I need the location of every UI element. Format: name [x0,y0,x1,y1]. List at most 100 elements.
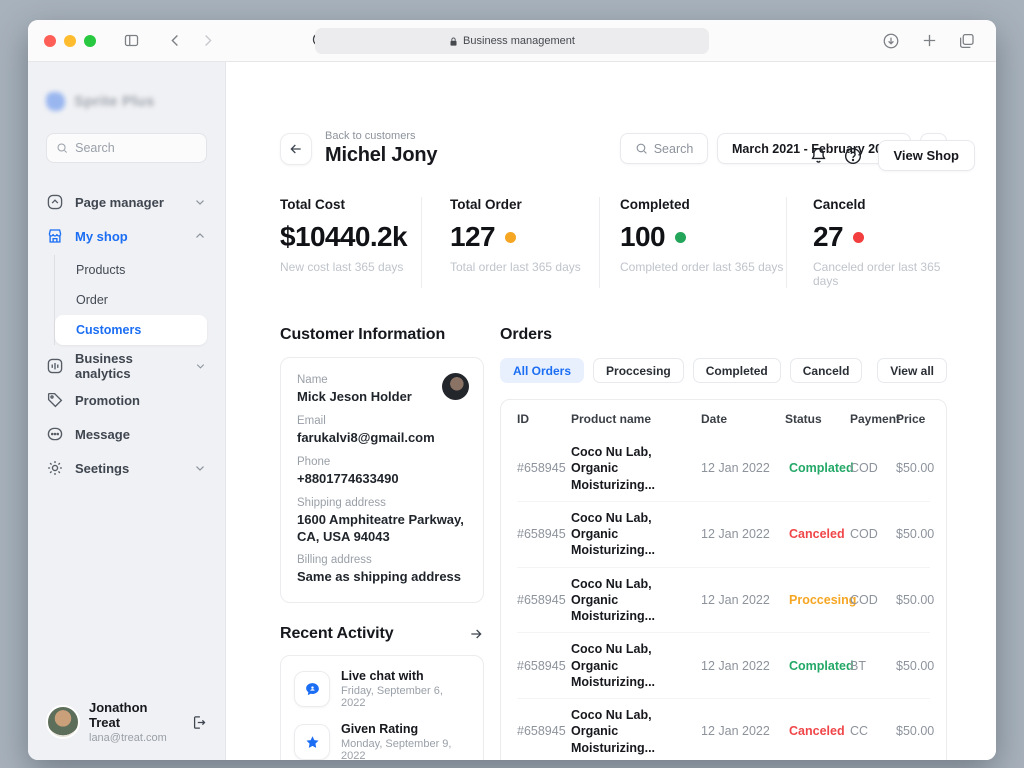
tab-processing[interactable]: Proccesing [593,358,684,383]
order-date: 12 Jan 2022 [701,659,785,673]
sidebar-item-customers[interactable]: Customers [55,315,207,345]
table-row[interactable]: #658945 Coco Nu Lab, Organic Moisturizin… [517,698,930,760]
notifications-bell-icon[interactable] [809,146,828,165]
order-date: 12 Jan 2022 [701,593,785,607]
col-header-product: Product name [571,412,701,426]
customer-avatar [442,373,469,400]
sidebar-item-settings[interactable]: Seetings [46,451,207,485]
sidebar-item-page-manager[interactable]: Page manager [46,185,207,219]
col-header-payment: Payment [850,412,896,426]
sidebar-toggle-icon[interactable] [118,28,144,54]
sidebar-user[interactable]: Jonathon Treat lana@treat.com [46,700,207,744]
shop-icon [46,227,64,245]
sidebar-item-label: Seetings [75,461,129,476]
order-price: $50.00 [896,724,934,738]
order-date: 12 Jan 2022 [701,527,785,541]
search-button[interactable]: Search [620,133,708,164]
field-label: Shipping address [297,497,467,509]
table-row[interactable]: #658945 Coco Nu Lab, Organic Moisturizin… [517,632,930,698]
sidebar-item-promotion[interactable]: Promotion [46,383,207,417]
order-status: Proccesing [785,593,850,607]
downloads-icon[interactable] [878,28,904,54]
field-label: Billing address [297,554,467,566]
table-row[interactable]: #658945 Coco Nu Lab, Organic Moisturizin… [517,436,930,501]
lock-icon [449,36,458,47]
zoom-window-button[interactable] [84,35,96,47]
logout-icon[interactable] [190,714,207,731]
activity-item-live-chat[interactable]: Live chat with Friday, September 6, 2022 [294,669,470,709]
sidebar-item-label: Order [76,293,108,307]
main-content: View Shop Back to customers Michel Jony … [226,62,996,760]
stat-sub: Canceled order last 365 days [813,260,947,288]
order-status: Canceled [785,527,850,541]
sidebar-item-my-shop[interactable]: My shop [46,219,207,253]
field-billing-address: Billing address Same as shipping address [297,554,467,586]
stat-label: Completed [620,197,786,212]
arrow-left-icon [288,141,304,157]
tab-all-orders[interactable]: All Orders [500,358,584,383]
breadcrumb[interactable]: Back to customers [325,130,437,142]
recent-activity-card: Live chat with Friday, September 6, 2022… [280,655,484,760]
table-row[interactable]: #658945 Coco Nu Lab, Organic Moisturizin… [517,567,930,633]
orders-table: ID Product name Date Status Payment Pric… [500,399,947,760]
analytics-icon [46,357,64,375]
order-id: #658945 [517,659,571,673]
sidebar-item-label: Business analytics [75,351,183,381]
stat-sub: Total order last 365 days [450,260,599,274]
sidebar-item-order[interactable]: Order [55,285,207,315]
view-all-button[interactable]: View all [877,358,947,383]
field-value: +8801774633490 [297,471,467,488]
order-price: $50.00 [896,527,934,541]
forward-nav-icon[interactable] [194,28,220,54]
arrow-right-icon[interactable] [468,626,484,642]
tab-completed[interactable]: Completed [693,358,781,383]
activity-title: Live chat with [341,669,470,683]
table-row[interactable]: #658945 Coco Nu Lab, Organic Moisturizin… [517,501,930,567]
customer-info-title: Customer Information [280,326,484,344]
order-product: Coco Nu Lab, Organic Moisturizing... [571,510,701,559]
browser-window: Business management Sprite Plus [28,20,996,760]
activity-date: Monday, September 9, 2022 [341,738,470,760]
stat-value: $10440.2k [280,221,407,253]
field-email: Email farukalvi8@gmail.com [297,415,467,447]
stat-label: Canceld [813,197,947,212]
back-nav-icon[interactable] [162,28,188,54]
field-value: Same as shipping address [297,569,467,586]
address-bar[interactable]: Business management [315,28,709,54]
sidebar-item-label: Message [75,427,130,442]
order-payment: COD [850,461,896,475]
activity-item-rating[interactable]: Given Rating Monday, September 9, 2022 [294,722,470,760]
order-id: #658945 [517,593,571,607]
help-icon[interactable] [843,146,863,166]
sidebar-item-label: My shop [75,229,128,244]
order-payment: COD [850,593,896,607]
view-shop-button[interactable]: View Shop [878,140,976,171]
search-input[interactable] [75,141,197,155]
close-window-button[interactable] [44,35,56,47]
tab-canceled[interactable]: Canceld [790,358,863,383]
sidebar-item-business-analytics[interactable]: Business analytics [46,349,207,383]
logo-icon [46,92,65,111]
sidebar-item-products[interactable]: Products [55,255,207,285]
star-icon [294,724,330,760]
col-header-status: Status [785,412,850,426]
sidebar-item-message[interactable]: Message [46,417,207,451]
minimize-window-button[interactable] [64,35,76,47]
promotion-tag-icon [46,391,64,409]
order-id: #658945 [517,461,571,475]
tab-overview-icon[interactable] [954,28,980,54]
order-product: Coco Nu Lab, Organic Moisturizing... [571,444,701,493]
new-tab-icon[interactable] [916,28,942,54]
back-button[interactable] [280,133,312,165]
page-title: Michel Jony [325,144,437,167]
status-dot [675,232,686,243]
col-header-price: Price [896,412,930,426]
order-price: $50.00 [896,593,934,607]
table-header-row: ID Product name Date Status Payment Pric… [517,402,930,436]
order-payment: COD [850,527,896,541]
sidebar-item-label: Products [76,263,125,277]
sidebar-search[interactable] [46,133,207,163]
order-status: Complated [785,659,850,673]
order-price: $50.00 [896,461,934,475]
status-dot [853,232,864,243]
